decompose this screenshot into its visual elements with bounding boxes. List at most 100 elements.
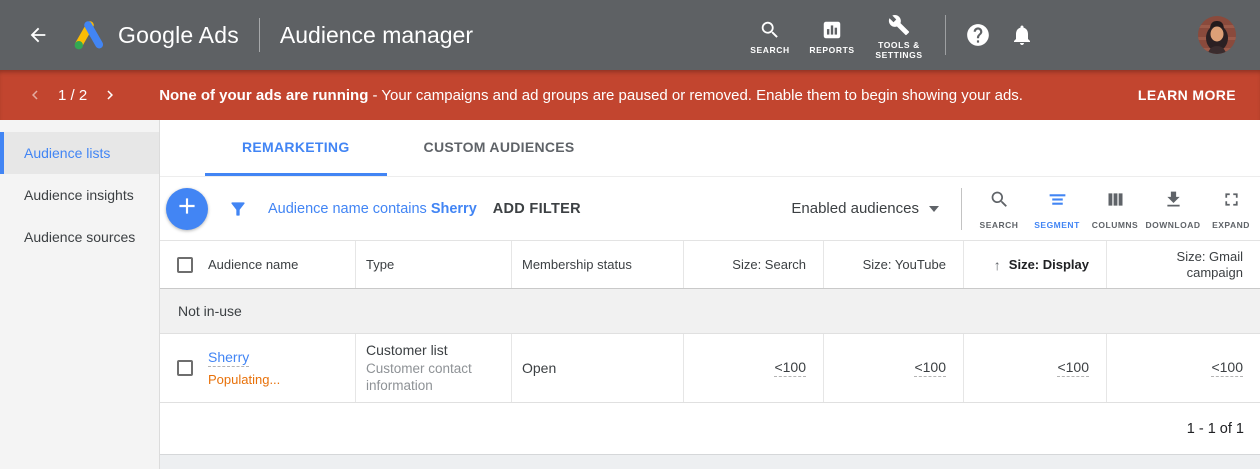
header-size-youtube[interactable]: Size: YouTube	[823, 241, 963, 288]
audience-name-link[interactable]: Sherry	[208, 349, 249, 367]
column-label-size-display: Size: Display	[1009, 257, 1089, 273]
columns-button[interactable]: COLUMNS	[1086, 187, 1144, 230]
header-audience-name: Audience name	[160, 241, 355, 288]
banner-pager: 1 / 2	[58, 87, 87, 104]
add-audience-button[interactable]	[166, 188, 208, 230]
populating-status: Populating...	[208, 372, 280, 387]
size-display-value[interactable]: <100	[1057, 359, 1089, 377]
topbar-right: SEARCH REPORTS TOOLS & SETTINGS	[739, 10, 1236, 60]
tab-custom-audiences[interactable]: CUSTOM AUDIENCES	[387, 120, 612, 176]
column-label-size-youtube: Size: YouTube	[863, 257, 946, 273]
audience-view-value: Enabled audiences	[791, 200, 919, 217]
download-icon	[1163, 189, 1184, 215]
group-label: Not in-use	[178, 303, 242, 319]
add-filter-button[interactable]: ADD FILTER	[493, 201, 581, 217]
topbar-separator	[945, 15, 946, 55]
pagination-bar: 1 - 1 of 1	[160, 403, 1260, 455]
column-label-audience-name: Audience name	[208, 257, 298, 273]
reports-icon	[821, 19, 843, 41]
topbar-reports-button[interactable]: REPORTS	[801, 15, 863, 55]
header-membership-status[interactable]: Membership status	[511, 241, 683, 288]
alert-banner: 1 / 2 None of your ads are running - You…	[0, 70, 1260, 120]
pagination-range: 1 - 1 of 1	[1187, 421, 1244, 437]
download-label: DOWNLOAD	[1146, 220, 1201, 230]
sidebar: Audience lists Audience insights Audienc…	[0, 120, 160, 469]
topbar-divider	[259, 18, 260, 52]
table-search-button[interactable]: SEARCH	[970, 187, 1028, 230]
search-icon	[759, 19, 781, 41]
topbar-left: Google Ads Audience manager	[20, 17, 473, 53]
filter-condition: Audience name contains	[268, 201, 427, 217]
table-header-row: Audience name Type Membership status Siz…	[160, 240, 1260, 289]
learn-more-link[interactable]: LEARN MORE	[1138, 87, 1236, 103]
column-label-membership-status: Membership status	[522, 257, 632, 273]
header-size-display[interactable]: ↑ Size: Display	[963, 241, 1106, 288]
size-gmail-value[interactable]: <100	[1211, 359, 1243, 377]
body: Audience lists Audience insights Audienc…	[0, 120, 1260, 469]
select-all-checkbox[interactable]	[177, 257, 193, 273]
banner-message-rest: - Your campaigns and ad groups are pause…	[368, 87, 1023, 104]
tab-remarketing[interactable]: REMARKETING	[205, 120, 387, 176]
page-title: Audience manager	[280, 22, 473, 49]
header-size-gmail-campaign[interactable]: Size: Gmail campaign	[1106, 241, 1260, 288]
table-search-label: SEARCH	[980, 220, 1019, 230]
plus-icon	[174, 193, 200, 224]
expand-icon	[1221, 189, 1242, 215]
back-arrow-icon[interactable]	[20, 17, 56, 53]
tab-bar: REMARKETING CUSTOM AUDIENCES	[160, 120, 1260, 177]
page-background	[160, 455, 1260, 469]
help-icon[interactable]	[960, 17, 996, 53]
banner-next-icon[interactable]	[97, 82, 123, 108]
header-type[interactable]: Type	[355, 241, 511, 288]
dropdown-caret-icon	[929, 206, 939, 212]
column-label-type: Type	[366, 257, 394, 273]
sidebar-item-audience-sources[interactable]: Audience sources	[0, 216, 159, 258]
banner-previous-icon[interactable]	[22, 82, 48, 108]
cell-size-display: <100	[963, 334, 1106, 402]
sort-ascending-icon: ↑	[994, 257, 1001, 273]
table-group-row-not-in-use: Not in-use	[160, 289, 1260, 334]
banner-message: None of your ads are running - Your camp…	[159, 87, 1023, 104]
active-filter-chip[interactable]: Audience name containsSherry	[268, 201, 477, 217]
segment-icon	[1047, 189, 1068, 215]
row-checkbox[interactable]	[177, 360, 193, 376]
size-youtube-value[interactable]: <100	[914, 359, 946, 377]
expand-label: EXPAND	[1212, 220, 1250, 230]
topbar-tools-settings-button[interactable]: TOOLS & SETTINGS	[863, 10, 935, 60]
download-button[interactable]: DOWNLOAD	[1144, 187, 1202, 230]
audience-name-stack: Sherry Populating...	[208, 349, 280, 387]
expand-button[interactable]: EXPAND	[1202, 187, 1260, 230]
google-ads-logo-icon	[70, 18, 108, 52]
membership-status-value: Open	[522, 360, 556, 376]
google-ads-audience-manager-screen: Google Ads Audience manager SEARCH REPOR…	[0, 0, 1260, 469]
column-label-size-gmail: Size: Gmail campaign	[1117, 249, 1243, 281]
banner-message-bold: None of your ads are running	[159, 87, 368, 104]
topbar-reports-label: REPORTS	[809, 45, 854, 55]
columns-icon	[1105, 189, 1126, 215]
column-label-size-search: Size: Search	[732, 257, 806, 273]
sidebar-item-audience-insights[interactable]: Audience insights	[0, 174, 159, 216]
audience-view-dropdown[interactable]: Enabled audiences	[791, 200, 939, 217]
search-icon	[989, 189, 1010, 215]
brand-name: Google Ads	[118, 22, 239, 49]
notifications-bell-icon[interactable]	[1004, 17, 1040, 53]
user-avatar[interactable]	[1198, 16, 1236, 54]
size-search-value[interactable]: <100	[774, 359, 806, 377]
main-panel: REMARKETING CUSTOM AUDIENCES Audience na…	[160, 120, 1260, 469]
topbar: Google Ads Audience manager SEARCH REPOR…	[0, 0, 1260, 70]
segment-button[interactable]: SEGMENT	[1028, 187, 1086, 230]
header-size-search[interactable]: Size: Search	[683, 241, 823, 288]
toolbar-separator	[961, 188, 962, 230]
cell-size-gmail: <100	[1106, 334, 1260, 402]
topbar-search-button[interactable]: SEARCH	[739, 15, 801, 55]
columns-label: COLUMNS	[1092, 220, 1138, 230]
filter-funnel-icon[interactable]	[228, 199, 248, 219]
cell-audience-name: Sherry Populating...	[160, 334, 355, 402]
toolbar: Audience name containsSherry ADD FILTER …	[160, 177, 1260, 240]
type-stack: Customer list Customer contact informati…	[366, 342, 501, 394]
cell-membership-status: Open	[511, 334, 683, 402]
cell-size-search: <100	[683, 334, 823, 402]
filter-value: Sherry	[431, 201, 477, 217]
sidebar-item-audience-lists[interactable]: Audience lists	[0, 132, 159, 174]
type-secondary: Customer contact information	[366, 360, 501, 394]
